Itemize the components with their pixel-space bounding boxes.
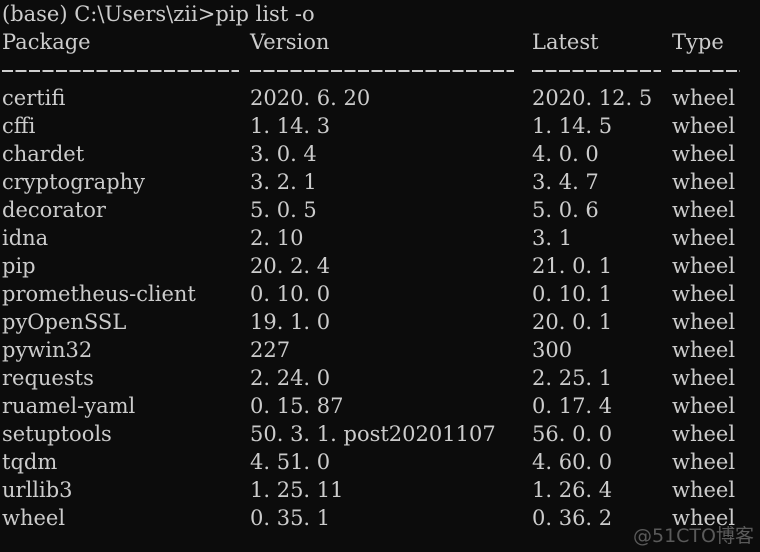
cell-type: wheel [672,506,736,530]
cell-type: wheel [672,86,736,110]
separator-type [672,70,740,72]
terminal-window[interactable]: (base) C:\Users\zii>pip list -o Package … [0,0,760,552]
table-row: cryptography 3. 2. 1 3. 4. 7 wheel [0,168,760,196]
cell-latest: 3. 1 [532,226,573,250]
cell-type: wheel [672,226,736,250]
cell-latest: 56. 0. 0 [532,422,613,446]
cell-type: wheel [672,450,736,474]
cell-type: wheel [672,394,736,418]
cell-version: 5. 0. 5 [250,198,317,222]
cell-type: wheel [672,310,736,334]
cell-package: decorator [2,198,106,222]
cell-latest: 0. 10. 1 [532,282,613,306]
cell-package: setuptools [2,422,112,446]
cell-version: 1. 14. 3 [250,114,331,138]
cell-latest: 0. 17. 4 [532,394,613,418]
cell-type: wheel [672,114,736,138]
table-row: cffi 1. 14. 3 1. 14. 5 wheel [0,112,760,140]
cell-type: wheel [672,282,736,306]
cell-package: idna [2,226,49,250]
separator-version [250,70,514,72]
cell-version: 19. 1. 0 [250,310,331,334]
cell-package: prometheus-client [2,282,196,306]
cell-version: 3. 0. 4 [250,142,317,166]
table-row: setuptools 50. 3. 1. post20201107 56. 0. 0… [0,420,760,448]
table-row: chardet 3. 0. 4 4. 0. 0 wheel [0,140,760,168]
cell-package: tqdm [2,450,58,474]
cell-type: wheel [672,254,736,278]
table-row: idna 2. 10 3. 1 wheel [0,224,760,252]
cell-latest: 300 [532,338,573,362]
cell-version: 0. 15. 87 [250,394,344,418]
table-header-row: Package Version Latest Type [0,28,760,56]
cell-version: 2. 24. 0 [250,366,331,390]
table-row: prometheus-client 0. 10. 0 0. 10. 1 wheel [0,280,760,308]
table-row: ruamel-yaml 0. 15. 87 0. 17. 4 wheel [0,392,760,420]
cell-version: 20. 2. 4 [250,254,331,278]
cell-version: 0. 10. 0 [250,282,331,306]
table-row: pyOpenSSL 19. 1. 0 20. 0. 1 wheel [0,308,760,336]
table-row: certifi 2020. 6. 20 2020. 12. 5 wheel [0,84,760,112]
cell-latest: 5. 0. 6 [532,198,599,222]
cell-package: chardet [2,142,85,166]
cell-version: 227 [250,338,291,362]
cell-version: 0. 35. 1 [250,506,331,530]
prompt-command-text: (base) C:\Users\zii>pip list -o [2,2,315,26]
cell-latest: 2020. 12. 5 [532,86,653,110]
separator-package [2,70,239,72]
table-row: pip 20. 2. 4 21. 0. 1 wheel [0,252,760,280]
cell-package: certifi [2,86,66,110]
cell-latest: 3. 4. 7 [532,170,599,194]
cell-latest: 4. 0. 0 [532,142,599,166]
table-row: requests 2. 24. 0 2. 25. 1 wheel [0,364,760,392]
cell-type: wheel [672,198,736,222]
column-header-version: Version [250,30,330,54]
cell-type: wheel [672,142,736,166]
cell-version: 1. 25. 11 [250,478,344,502]
cell-package: cffi [2,114,36,138]
cell-version: 2020. 6. 20 [250,86,371,110]
table-row: tqdm 4. 51. 0 4. 60. 0 wheel [0,448,760,476]
cell-latest: 4. 60. 0 [532,450,613,474]
cell-latest: 1. 14. 5 [532,114,613,138]
cell-package: urllib3 [2,478,73,502]
cell-type: wheel [672,170,736,194]
table-separator-row [0,56,760,84]
separator-latest [532,70,661,72]
cell-type: wheel [672,366,736,390]
column-header-type: Type [672,30,724,54]
cell-version: 3. 2. 1 [250,170,317,194]
cell-version: 4. 51. 0 [250,450,331,474]
cell-type: wheel [672,478,736,502]
cell-package: pyOpenSSL [2,310,127,334]
table-row: pywin32 227 300 wheel [0,336,760,364]
cell-latest: 20. 0. 1 [532,310,613,334]
prompt-line: (base) C:\Users\zii>pip list -o [0,0,760,28]
cell-latest: 21. 0. 1 [532,254,613,278]
cell-package: pip [2,254,36,278]
cell-version: 50. 3. 1. post20201107 [250,422,496,446]
cell-package: wheel [2,506,66,530]
cell-latest: 2. 25. 1 [532,366,613,390]
table-row: decorator 5. 0. 5 5. 0. 6 wheel [0,196,760,224]
cell-latest: 1. 26. 4 [532,478,613,502]
cell-package: cryptography [2,170,146,194]
cell-latest: 0. 36. 2 [532,506,613,530]
cell-type: wheel [672,422,736,446]
column-header-latest: Latest [532,30,599,54]
cell-type: wheel [672,338,736,362]
column-header-package: Package [2,30,91,54]
table-row: urllib3 1. 25. 11 1. 26. 4 wheel [0,476,760,504]
cell-version: 2. 10 [250,226,304,250]
table-row: wheel 0. 35. 1 0. 36. 2 wheel [0,504,760,532]
cell-package: requests [2,366,94,390]
cell-package: ruamel-yaml [2,394,136,418]
cell-package: pywin32 [2,338,93,362]
